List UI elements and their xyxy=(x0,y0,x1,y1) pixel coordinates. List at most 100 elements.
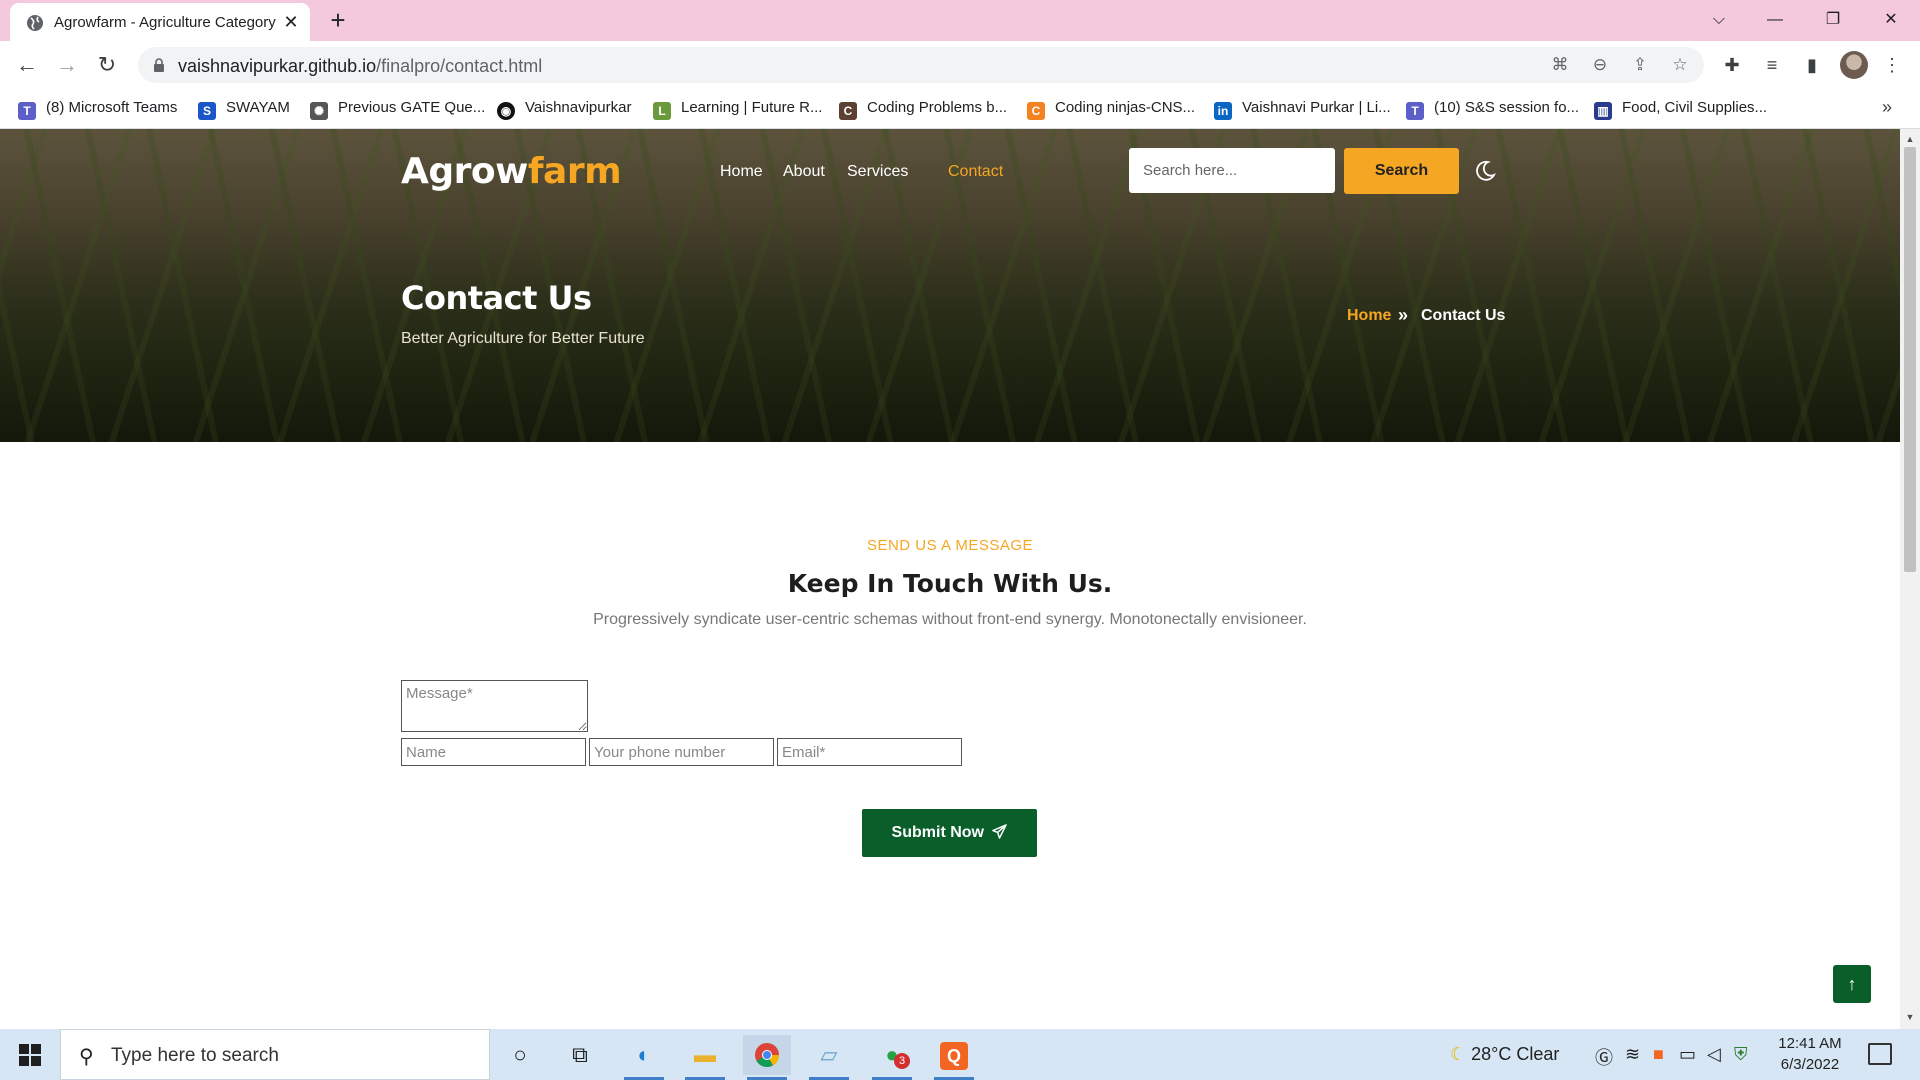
minimize-button[interactable]: — xyxy=(1760,6,1790,34)
browser-tab-strip: Agrowfarm - Agriculture Category ✕ + ⌵ —… xyxy=(0,0,1920,41)
notepad-icon[interactable]: ▱ xyxy=(805,1035,853,1080)
bookmark-item[interactable]: in Vaishnavi Purkar | Li... xyxy=(1214,99,1391,121)
media-control-icon[interactable]: ≡ xyxy=(1760,53,1784,77)
network-icon[interactable]: ≋ xyxy=(1625,1044,1640,1065)
close-window-button[interactable]: ✕ xyxy=(1876,6,1906,34)
clock-time: 12:41 AM xyxy=(1778,1035,1842,1052)
bookmark-item[interactable]: C Coding ninjas-CNS... xyxy=(1027,99,1195,121)
scrollbar-thumb[interactable] xyxy=(1904,147,1916,572)
scroll-down-arrow-icon[interactable]: ▼ xyxy=(1900,1009,1920,1025)
extensions-icon[interactable]: ✚ xyxy=(1720,53,1744,77)
address-bar[interactable]: vaishnavipurkar.github.io/finalpro/conta… xyxy=(138,47,1704,83)
forward-icon[interactable]: → xyxy=(51,49,83,81)
nav-contact[interactable]: Contact xyxy=(948,163,1003,181)
submit-button[interactable]: Submit Now xyxy=(862,809,1037,857)
share-icon[interactable]: ⇪ xyxy=(1628,53,1652,77)
tab-title: Agrowfarm - Agriculture Category xyxy=(54,14,276,31)
message-textarea[interactable] xyxy=(401,680,588,732)
quick-heal-icon[interactable]: Q xyxy=(930,1035,978,1080)
submit-label: Submit Now xyxy=(891,824,984,841)
bookmark-star-icon[interactable]: ☆ xyxy=(1668,53,1692,77)
new-tab-button[interactable]: + xyxy=(326,7,350,33)
site-search-button[interactable]: Search xyxy=(1344,148,1459,194)
url-host: vaishnavipurkar.github.io xyxy=(178,56,377,76)
bookmark-item[interactable]: C Coding Problems b... xyxy=(839,99,1007,121)
hero-banner: Agrowfarm Home About Services Contact Se… xyxy=(0,129,1900,442)
bookmark-item[interactable]: ▥ Food, Civil Supplies... xyxy=(1594,99,1767,121)
breadcrumb-current: Contact Us xyxy=(1421,307,1506,324)
zoom-icon[interactable]: ⊖ xyxy=(1588,53,1612,77)
chrome-logo xyxy=(755,1043,779,1068)
browser-tab[interactable]: Agrowfarm - Agriculture Category ✕ xyxy=(10,3,310,41)
page-scrollbar[interactable]: ▲ ▼ xyxy=(1900,129,1920,1029)
windows-taskbar: ⚲ Type here to search ○ ⧉ ◐ ▬ ▱ ● 3 Q ☾ 2… xyxy=(0,1029,1920,1080)
back-to-top-button[interactable]: ↑ xyxy=(1833,965,1871,1003)
quick-heal-tray-icon[interactable]: ■ xyxy=(1653,1044,1664,1065)
breadcrumb-home[interactable]: Home xyxy=(1347,307,1391,325)
more-bookmarks-icon[interactable]: » xyxy=(1882,97,1892,118)
bookmark-label: Food, Civil Supplies... xyxy=(1622,99,1768,116)
task-view-icon[interactable]: ⧉ xyxy=(556,1035,604,1075)
nav-services[interactable]: Services xyxy=(847,163,908,181)
menu-kebab-icon[interactable]: ⋮ xyxy=(1880,53,1904,77)
section-title: Keep In Touch With Us. xyxy=(787,569,1113,598)
security-shield-icon[interactable]: ⛨ xyxy=(1734,1044,1748,1065)
site-search-input[interactable] xyxy=(1129,148,1335,193)
side-panel-icon[interactable]: ▮ xyxy=(1800,53,1824,77)
bookmark-item[interactable]: S SWAYAM xyxy=(198,99,290,121)
email-field[interactable] xyxy=(777,738,962,766)
whatsapp-icon[interactable]: ● 3 xyxy=(868,1035,916,1080)
bookmark-item[interactable]: T (10) S&S session fo... xyxy=(1406,99,1579,121)
bookmark-label: (10) S&S session fo... xyxy=(1434,99,1580,116)
cortana-icon[interactable]: ○ xyxy=(496,1035,544,1075)
browser-toolbar: ← → ↻ vaishnavipurkar.github.io/finalpro… xyxy=(0,41,1920,89)
teams-icon: T xyxy=(1406,102,1424,120)
nav-about[interactable]: About xyxy=(783,163,825,181)
nav-home[interactable]: Home xyxy=(720,163,763,181)
bookmark-item[interactable]: ✺ Previous GATE Que... xyxy=(310,99,485,121)
taskbar-search-box[interactable]: ⚲ Type here to search xyxy=(60,1029,490,1080)
codechef-icon: C xyxy=(839,102,857,120)
arrow-up-icon: ↑ xyxy=(1847,974,1857,994)
bookmark-label: Vaishnavi Purkar | Li... xyxy=(1242,99,1391,116)
windows-start-icon[interactable] xyxy=(18,1043,42,1067)
search-icon: ⚲ xyxy=(79,1046,94,1068)
page-viewport: Agrowfarm Home About Services Contact Se… xyxy=(0,129,1900,1029)
site-logo[interactable]: Agrowfarm xyxy=(401,151,622,192)
reload-icon[interactable]: ↻ xyxy=(91,49,123,81)
tab-search-chevron-icon[interactable]: ⌵ xyxy=(1704,6,1734,34)
github-icon: ◉ xyxy=(497,102,515,120)
file-explorer-icon[interactable]: ▬ xyxy=(681,1035,729,1080)
restore-button[interactable]: ❐ xyxy=(1818,6,1848,34)
url-text: vaishnavipurkar.github.io/finalpro/conta… xyxy=(178,56,542,77)
name-field[interactable] xyxy=(401,738,586,766)
volume-icon[interactable]: ◁ xyxy=(1707,1044,1721,1065)
bookmark-item[interactable]: ◉ Vaishnavipurkar xyxy=(497,99,631,121)
bookmark-item[interactable]: L Learning | Future R... xyxy=(653,99,822,121)
notification-center-icon[interactable] xyxy=(1868,1043,1892,1065)
whatsapp-badge: 3 xyxy=(894,1053,910,1069)
logo-main: Agrow xyxy=(401,151,528,192)
section-eyebrow: SEND US A MESSAGE xyxy=(866,537,1034,554)
close-tab-icon[interactable]: ✕ xyxy=(282,13,300,31)
moon-weather-icon: ☾ xyxy=(1450,1044,1467,1064)
battery-icon[interactable]: ▭ xyxy=(1679,1044,1696,1065)
grammarly-icon[interactable]: Ⓖ xyxy=(1595,1044,1613,1070)
profile-avatar[interactable] xyxy=(1840,51,1868,79)
scroll-up-arrow-icon[interactable]: ▲ xyxy=(1900,131,1920,147)
chrome-icon[interactable] xyxy=(743,1035,791,1080)
system-clock[interactable]: 12:41 AM 6/3/2022 xyxy=(1770,1033,1850,1075)
section-description: Progressively syndicate user-centric sch… xyxy=(593,611,1307,628)
bookmark-item[interactable]: T (8) Microsoft Teams xyxy=(18,99,177,121)
bookmark-label: SWAYAM xyxy=(226,99,290,116)
phone-field[interactable] xyxy=(589,738,774,766)
dark-mode-moon-icon[interactable] xyxy=(1474,160,1496,182)
back-icon[interactable]: ← xyxy=(11,49,43,81)
bookmarks-bar: T (8) Microsoft Teams S SWAYAM ✺ Previous G… xyxy=(0,89,1920,129)
bookmark-label: (8) Microsoft Teams xyxy=(46,99,178,116)
url-path: /finalpro/contact.html xyxy=(376,56,543,76)
translate-icon[interactable]: ⌘ xyxy=(1548,53,1572,77)
weather-widget[interactable]: ☾ 28°C Clear xyxy=(1450,1044,1559,1065)
bookmark-label: Coding ninjas-CNS... xyxy=(1055,99,1196,116)
edge-icon[interactable]: ◐ xyxy=(620,1035,668,1080)
